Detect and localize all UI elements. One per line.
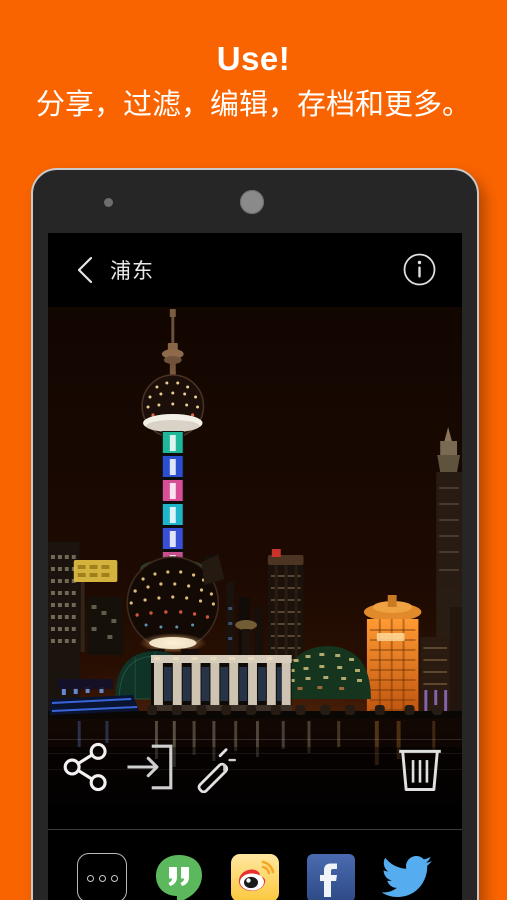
phone-screen: 浦东 [48, 233, 462, 900]
phone-top-bezel [33, 170, 477, 233]
page-title: 浦东 [110, 260, 154, 283]
magic-wand-icon[interactable] [184, 741, 244, 793]
share-target-weibo[interactable]: 微博 [217, 853, 293, 900]
share-target-facebook[interactable]: Facebook [293, 853, 369, 900]
phone-device-frame: 浦东 [31, 168, 479, 900]
photo-viewer[interactable] [48, 307, 462, 804]
share-tray: 等等。 环聊 [48, 839, 462, 900]
camera-dot-icon [240, 190, 264, 214]
share-target-hangouts[interactable]: 环聊 [140, 853, 216, 900]
tray-divider [48, 829, 462, 830]
trash-icon[interactable] [390, 741, 450, 793]
archive-arrow-icon[interactable] [120, 741, 180, 793]
photo-action-toolbar [48, 730, 462, 804]
weibo-icon [228, 853, 282, 900]
hangouts-icon [152, 853, 206, 900]
info-circle-icon[interactable] [403, 253, 436, 286]
promo-header: Use! 分享，过滤，编辑，存档和更多。 [0, 0, 507, 128]
share-target-more[interactable]: 等等。 [64, 853, 140, 900]
share-target-twitter[interactable]: Twitter [370, 853, 446, 900]
more-dots-icon [75, 853, 129, 900]
speaker-dot-icon [104, 198, 113, 207]
promo-title: Use! [216, 40, 291, 77]
app-bar: 浦东 [48, 233, 462, 307]
share-nodes-icon[interactable] [56, 741, 116, 793]
twitter-bird-icon [381, 853, 435, 900]
promo-subtitle: 分享，过滤，编辑，存档和更多。 [35, 89, 471, 121]
back-chevron-icon[interactable] [76, 255, 94, 285]
facebook-icon [304, 853, 358, 900]
